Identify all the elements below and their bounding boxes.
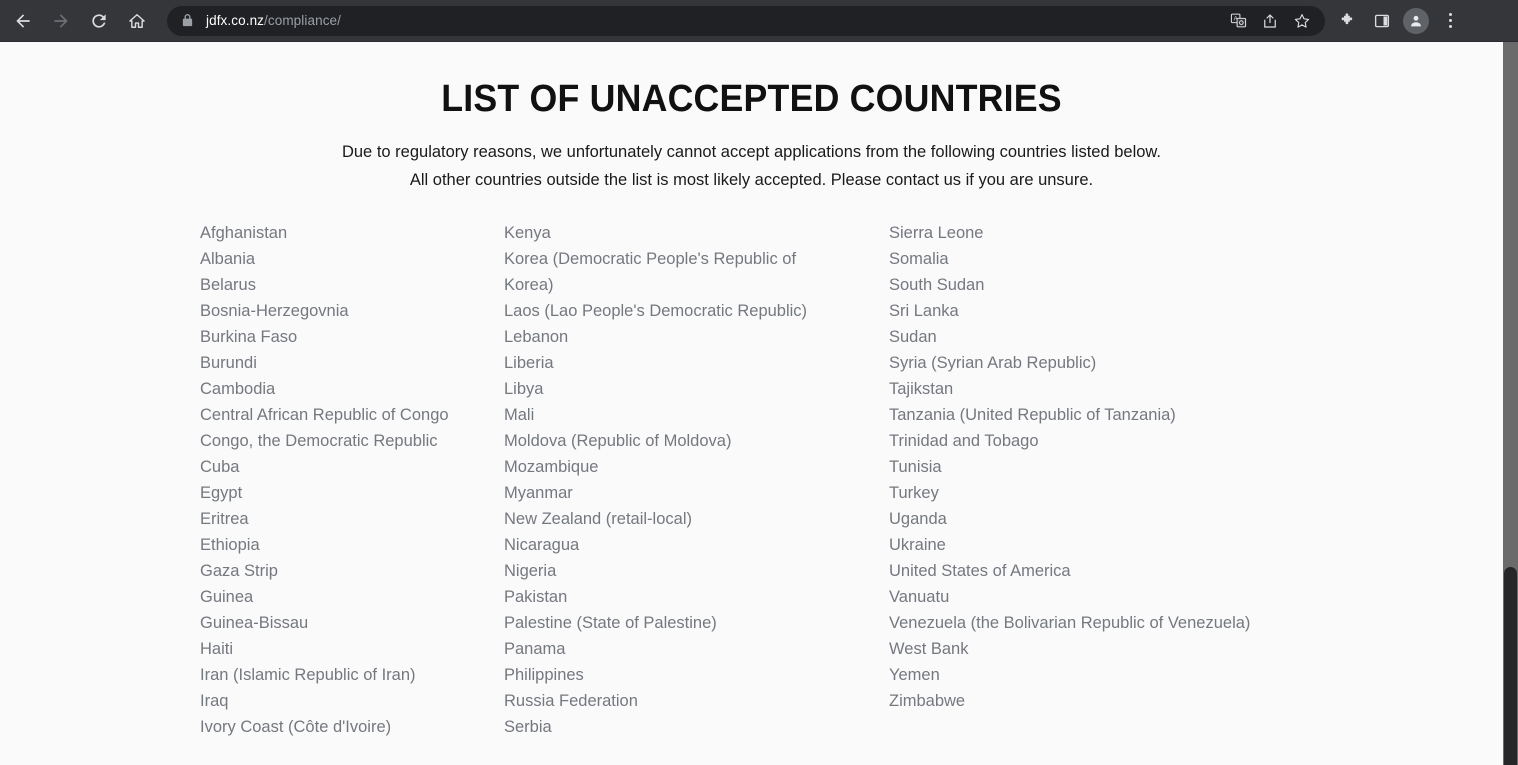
country-list-item: Yemen: [889, 666, 940, 684]
country-column-2: Kenya Korea (Democratic People's Republic…: [504, 220, 889, 740]
country-list-item: United States of America: [889, 562, 1071, 580]
country-list-item: Burundi: [200, 354, 257, 372]
country-list-item: Pakistan: [504, 588, 568, 606]
side-panel-icon[interactable]: [1367, 6, 1397, 36]
country-list-item: Laos (Lao People's Democratic Republic): [504, 302, 808, 320]
page-subtitle: Due to regulatory reasons, we unfortunat…: [0, 138, 1503, 194]
page-title: LIST OF UNACCEPTED COUNTRIES: [441, 78, 1062, 120]
country-list-item: Belarus: [200, 276, 256, 294]
country-list-item: Cuba: [200, 458, 240, 476]
country-list-item: Korea (Democratic People's Republic of K…: [504, 250, 797, 294]
country-list-item: Turkey: [889, 484, 939, 502]
country-list-item: Iran (Islamic Republic of Iran): [200, 666, 416, 684]
country-list-item: Somalia: [889, 250, 949, 268]
country-list-item: Albania: [200, 250, 256, 268]
country-list-item: Kenya: [504, 224, 551, 242]
avatar: [1403, 7, 1429, 34]
unaccepted-countries-list: Afghanistan Albania Belarus Bosnia-Herzegov…: [200, 220, 1440, 740]
country-list-item: Ivory Coast (Côte d'Ivoire): [200, 718, 392, 736]
country-list-item: Zimbabwe: [889, 692, 966, 710]
country-list-item: Venezuela (the Bolivarian Republic of Ve…: [889, 614, 1251, 632]
country-list-item: New Zealand (retail-local): [504, 510, 692, 528]
country-list-item: Afghanistan: [200, 224, 288, 242]
country-list-item: Egypt: [200, 484, 243, 502]
country-list-item: Uganda: [889, 510, 947, 528]
country-list-item: Vanuatu: [889, 588, 950, 606]
chrome-right-actions: [1333, 6, 1473, 36]
country-list-item: Ukraine: [889, 536, 946, 554]
lock-icon: [181, 13, 194, 28]
country-list-item: Ethiopia: [200, 536, 260, 554]
country-list-item: Haiti: [200, 640, 234, 658]
menu-dot: [1448, 13, 1452, 16]
country-list-item: Sudan: [889, 328, 937, 346]
bookmark-star-icon[interactable]: [1287, 6, 1317, 36]
country-list-item: Tanzania (United Republic of Tanzania): [889, 406, 1176, 424]
address-bar[interactable]: jdfx.co.nz/compliance/ A: [167, 5, 1325, 36]
url-domain: jdfx.co.nz: [206, 13, 265, 28]
country-list-item: Panama: [504, 640, 566, 658]
browser-toolbar: jdfx.co.nz/compliance/ A: [0, 0, 1518, 42]
country-list-item: Sierra Leone: [889, 224, 984, 242]
forward-arrow-icon: [54, 13, 68, 28]
country-list-item: Libya: [504, 380, 544, 398]
country-list-item: Iraq: [200, 692, 229, 710]
country-list-item: Tajikstan: [889, 380, 954, 398]
country-list-item: Bosnia-Herzegovnia: [200, 302, 349, 320]
country-list-item: Guinea: [200, 588, 254, 606]
subtitle-line-1: Due to regulatory reasons, we unfortunat…: [341, 143, 1162, 161]
country-list-item: Eritrea: [200, 510, 249, 528]
country-list-item: Myanmar: [504, 484, 573, 502]
country-list-item: Nicaragua: [504, 536, 580, 554]
country-list-item: Russia Federation: [504, 692, 638, 710]
country-list-item: Serbia: [504, 718, 552, 736]
back-arrow-icon: [16, 13, 30, 28]
forward-button[interactable]: [45, 5, 77, 37]
country-list-item: Sri Lanka: [889, 302, 959, 320]
country-list-item: Mali: [504, 406, 535, 424]
country-list-item: Cambodia: [200, 380, 276, 398]
country-list-item: Lebanon: [504, 328, 569, 346]
country-list-item: Congo, the Democratic Republic: [200, 432, 438, 450]
country-list-item: Trinidad and Tobago: [889, 432, 1039, 450]
three-dot-menu-icon[interactable]: [1435, 6, 1465, 36]
country-column-1: Afghanistan Albania Belarus Bosnia-Herzegov…: [200, 220, 504, 740]
country-list-item: Burkina Faso: [200, 328, 298, 346]
url-text: jdfx.co.nz/compliance/: [206, 13, 341, 28]
omnibox-actions: A: [1223, 6, 1317, 36]
country-list-item: Liberia: [504, 354, 554, 372]
country-list-item: Gaza Strip: [200, 562, 278, 580]
country-list-item: South Sudan: [889, 276, 985, 294]
vertical-scrollbar[interactable]: [1503, 42, 1518, 765]
country-list-item: Tunisia: [889, 458, 942, 476]
country-list-item: Guinea-Bissau: [200, 614, 309, 632]
page-viewport: LIST OF UNACCEPTED COUNTRIES Due to regu…: [0, 42, 1503, 765]
country-list-item: Moldova (Republic of Moldova): [504, 432, 732, 450]
subtitle-line-2: All other countries outside the list is …: [409, 171, 1094, 189]
country-list-item: Mozambique: [504, 458, 599, 476]
back-button[interactable]: [7, 5, 39, 37]
country-column-3: Sierra Leone Somalia South Sudan Sri Lanka S…: [889, 220, 1409, 740]
country-list-item: Nigeria: [504, 562, 557, 580]
country-list-item: Central African Republic of Congo: [200, 406, 449, 424]
reload-button[interactable]: [83, 5, 115, 37]
url-path: /compliance/: [264, 13, 342, 28]
menu-dot: [1448, 25, 1452, 28]
scrollbar-thumb[interactable]: [1504, 567, 1517, 765]
menu-dot: [1448, 19, 1452, 22]
profile-avatar-icon[interactable]: [1401, 6, 1431, 36]
share-icon[interactable]: [1255, 6, 1285, 36]
home-icon: [129, 13, 145, 28]
country-list-item: West Bank: [889, 640, 969, 658]
extensions-puzzle-icon[interactable]: [1333, 6, 1363, 36]
country-list-item: Syria (Syrian Arab Republic): [889, 354, 1097, 372]
home-button[interactable]: [121, 5, 153, 37]
country-list-item: Philippines: [504, 666, 584, 684]
reload-icon: [92, 13, 106, 28]
country-list-item: Palestine (State of Palestine): [504, 614, 717, 632]
translate-icon[interactable]: A: [1223, 6, 1253, 36]
